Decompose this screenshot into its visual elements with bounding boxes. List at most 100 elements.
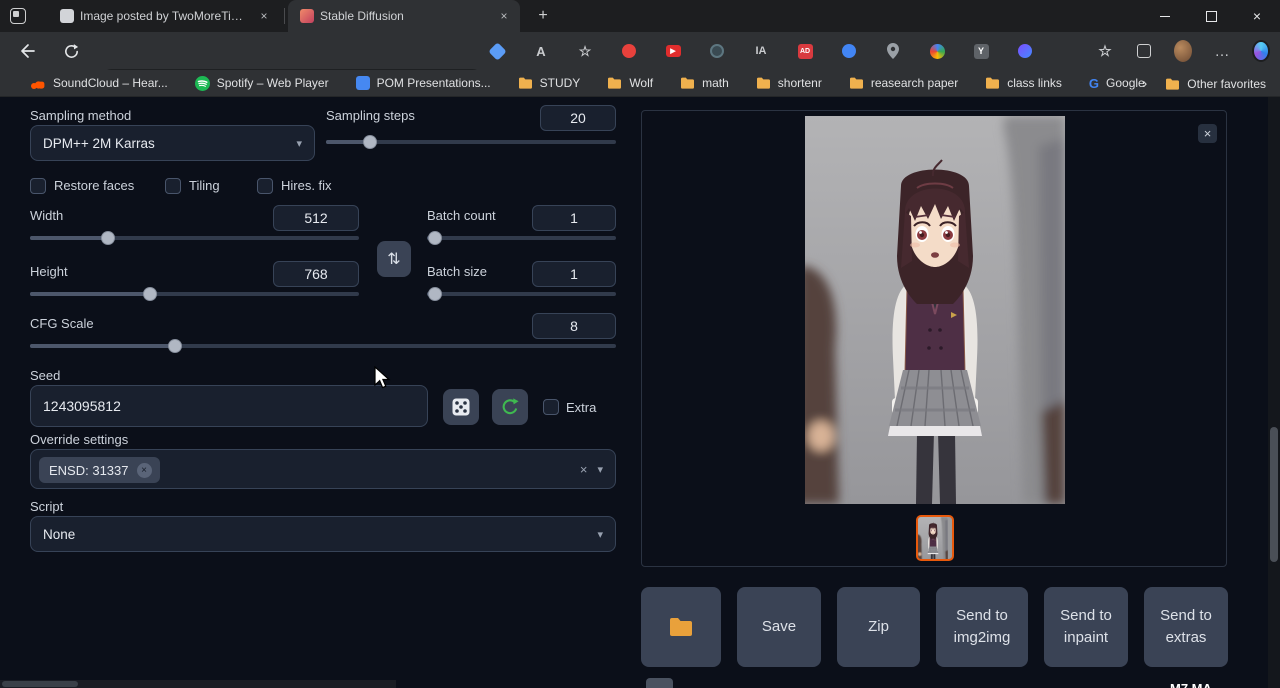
sampling-steps-slider[interactable] bbox=[326, 135, 616, 149]
vertical-scrollbar[interactable] bbox=[1268, 97, 1280, 688]
cfg-scale-input[interactable]: 8 bbox=[532, 313, 616, 339]
folder-icon bbox=[668, 616, 694, 638]
star-extension-icon[interactable]: ☆ bbox=[576, 42, 594, 60]
vertical-scrollbar-thumb[interactable] bbox=[1270, 427, 1278, 562]
cfg-scale-label: CFG Scale bbox=[30, 316, 94, 331]
bookmark-folder-study[interactable]: STUDY bbox=[518, 76, 581, 90]
extra-seed-checkbox[interactable] bbox=[543, 399, 559, 415]
collections-icon[interactable] bbox=[1135, 42, 1153, 60]
batch-count-input[interactable]: 1 bbox=[532, 205, 616, 231]
adblock-extension-icon[interactable]: AD bbox=[796, 42, 814, 60]
sampling-method-dropdown[interactable]: DPM++ 2M Karras ▾ bbox=[30, 125, 315, 161]
gallery-thumbnail[interactable] bbox=[916, 515, 954, 561]
stable-diffusion-page: Sampling method DPM++ 2M Karras ▾ Sampli… bbox=[0, 97, 1280, 688]
horizontal-scrollbar[interactable] bbox=[0, 680, 396, 688]
override-settings-label: Override settings bbox=[30, 432, 128, 447]
refresh-icon[interactable] bbox=[58, 38, 84, 64]
spotify-icon bbox=[195, 76, 210, 91]
reuse-seed-button[interactable] bbox=[492, 389, 528, 425]
tiling-label: Tiling bbox=[189, 178, 220, 193]
chip-remove-icon[interactable]: × bbox=[137, 463, 152, 478]
tiling-checkbox[interactable] bbox=[165, 178, 181, 194]
height-input[interactable]: 768 bbox=[273, 261, 359, 287]
seed-input[interactable]: 1243095812 bbox=[30, 385, 428, 427]
minimize-button[interactable] bbox=[1142, 0, 1188, 32]
profile-avatar[interactable] bbox=[1174, 42, 1192, 60]
bookmark-spotify[interactable]: Spotify – Web Player bbox=[195, 76, 329, 91]
zip-button[interactable]: Zip bbox=[837, 587, 920, 667]
maximize-button[interactable] bbox=[1188, 0, 1234, 32]
open-folder-button[interactable] bbox=[641, 587, 721, 667]
width-input[interactable]: 512 bbox=[273, 205, 359, 231]
random-seed-button[interactable] bbox=[443, 389, 479, 425]
tab-image-posted[interactable]: Image posted by TwoMoreTimes × bbox=[48, 0, 280, 32]
purple-extension-icon[interactable] bbox=[1016, 42, 1034, 60]
height-slider[interactable] bbox=[30, 287, 359, 301]
tab-close-icon[interactable]: × bbox=[496, 8, 512, 24]
teal-extension-icon[interactable] bbox=[708, 42, 726, 60]
back-icon[interactable] bbox=[14, 38, 40, 64]
close-image-button[interactable]: × bbox=[1198, 124, 1217, 143]
send-to-extras-button[interactable]: Send to extras bbox=[1144, 587, 1228, 667]
partial-text: M7 MA bbox=[1170, 681, 1220, 688]
bookmark-pom[interactable]: POM Presentations... bbox=[356, 76, 491, 90]
tab-title: Stable Diffusion bbox=[320, 9, 490, 23]
bookmark-folder-math[interactable]: math bbox=[680, 76, 729, 90]
bookmarks-bar: SoundCloud – Hear... Spotify – Web Playe… bbox=[0, 70, 1280, 97]
tab-close-icon[interactable]: × bbox=[256, 8, 272, 24]
browser-window: Image posted by TwoMoreTimes × Stable Di… bbox=[0, 0, 1280, 688]
batch-size-input[interactable]: 1 bbox=[532, 261, 616, 287]
blue-circle-extension-icon[interactable] bbox=[840, 42, 858, 60]
save-button[interactable]: Save bbox=[737, 587, 821, 667]
partial-element bbox=[646, 678, 673, 688]
sampling-steps-input[interactable]: 20 bbox=[540, 105, 616, 131]
favorites-icon[interactable]: ☆ bbox=[1096, 42, 1114, 60]
red-circle-extension-icon[interactable] bbox=[620, 42, 638, 60]
menu-ellipsis-icon[interactable]: … bbox=[1213, 42, 1231, 60]
tab-divider bbox=[284, 8, 285, 24]
seed-label: Seed bbox=[30, 368, 60, 383]
folder-icon bbox=[680, 77, 695, 89]
chevron-down-icon: ▾ bbox=[597, 463, 603, 476]
new-tab-button[interactable]: + bbox=[533, 6, 553, 26]
bookmark-folder-classlinks[interactable]: class links bbox=[985, 76, 1062, 90]
ia-extension-icon[interactable]: IA bbox=[752, 42, 770, 60]
map-pin-extension-icon[interactable] bbox=[884, 42, 902, 60]
bookmark-folder-shortenr[interactable]: shortenr bbox=[756, 76, 822, 90]
bookmark-folder-wolf[interactable]: Wolf bbox=[607, 76, 653, 90]
downloader-extension-icon[interactable]: A bbox=[532, 42, 550, 60]
hires-fix-checkbox[interactable] bbox=[257, 178, 273, 194]
workspaces-icon[interactable] bbox=[10, 8, 26, 24]
batch-size-slider[interactable] bbox=[427, 287, 616, 301]
close-button[interactable]: × bbox=[1234, 0, 1280, 32]
restore-faces-checkbox[interactable] bbox=[30, 178, 46, 194]
tab-stable-diffusion[interactable]: Stable Diffusion × bbox=[288, 0, 520, 32]
tab-title: Image posted by TwoMoreTimes bbox=[80, 9, 250, 23]
cfg-scale-slider[interactable] bbox=[30, 339, 616, 353]
copilot-icon[interactable] bbox=[1252, 42, 1270, 60]
bookmark-google[interactable]: G Google bbox=[1089, 76, 1145, 91]
batch-count-slider[interactable] bbox=[427, 231, 616, 245]
send-to-img2img-button[interactable]: Send to img2img bbox=[936, 587, 1028, 667]
override-chip[interactable]: ENSD: 31337 × bbox=[39, 457, 160, 483]
swap-dimensions-button[interactable]: ⇅ bbox=[377, 241, 411, 277]
tag-extension-icon[interactable] bbox=[488, 42, 506, 60]
override-settings-box[interactable]: ENSD: 31337 × × ▾ bbox=[30, 449, 616, 489]
window-controls: × bbox=[1142, 0, 1280, 32]
horizontal-scrollbar-thumb[interactable] bbox=[2, 681, 78, 687]
globe-extension-icon[interactable] bbox=[928, 42, 946, 60]
y-extension-icon[interactable]: Y bbox=[972, 42, 990, 60]
bookmarks-overflow-chevron[interactable]: › bbox=[1142, 75, 1147, 92]
bookmark-soundcloud[interactable]: SoundCloud – Hear... bbox=[30, 76, 168, 90]
clear-all-icon[interactable]: × bbox=[580, 462, 598, 477]
script-dropdown[interactable]: None ▾ bbox=[30, 516, 616, 552]
mouse-cursor bbox=[374, 366, 391, 390]
width-slider[interactable] bbox=[30, 231, 359, 245]
batch-count-label: Batch count bbox=[427, 208, 496, 223]
sampling-steps-label: Sampling steps bbox=[326, 108, 415, 123]
generated-image[interactable] bbox=[805, 116, 1065, 504]
bookmark-folder-research[interactable]: reasearch paper bbox=[849, 76, 958, 90]
video-extension-icon[interactable]: ▶ bbox=[664, 42, 682, 60]
other-favorites[interactable]: Other favorites bbox=[1165, 77, 1266, 91]
send-to-inpaint-button[interactable]: Send to inpaint bbox=[1044, 587, 1128, 667]
